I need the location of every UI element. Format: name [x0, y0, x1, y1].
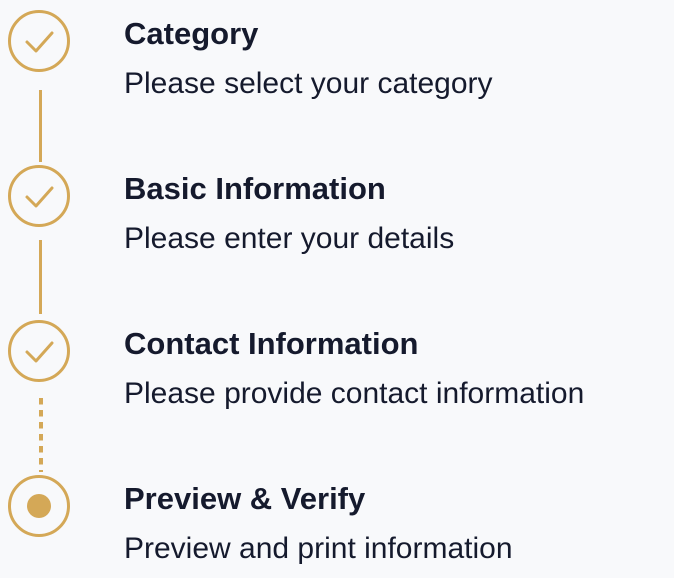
step-title: Basic Information: [124, 171, 386, 206]
check-icon: [25, 31, 54, 53]
step-category[interactable]: Category Please select your category: [0, 0, 674, 110]
check-icon: [25, 186, 54, 208]
current-step-dot-icon: [27, 494, 51, 518]
progress-stepper: Category Please select your category Bas…: [0, 0, 674, 578]
step-contact-information[interactable]: Contact Information Please provide conta…: [0, 310, 674, 420]
step-subtitle: Preview and print information: [124, 532, 513, 565]
step-preview-verify[interactable]: Preview & Verify Preview and print infor…: [0, 465, 674, 575]
step-status-circle: [8, 320, 70, 382]
step-basic-information[interactable]: Basic Information Please enter your deta…: [0, 155, 674, 265]
step-subtitle: Please provide contact information: [124, 377, 585, 410]
step-status-circle: [8, 165, 70, 227]
step-status-circle: [8, 10, 70, 72]
step-status-circle: [8, 475, 70, 537]
step-subtitle: Please enter your details: [124, 222, 455, 255]
step-title: Contact Information: [124, 326, 419, 361]
step-title: Category: [124, 16, 259, 51]
check-icon: [25, 341, 54, 363]
step-title: Preview & Verify: [124, 481, 366, 516]
step-subtitle: Please select your category: [124, 67, 493, 100]
